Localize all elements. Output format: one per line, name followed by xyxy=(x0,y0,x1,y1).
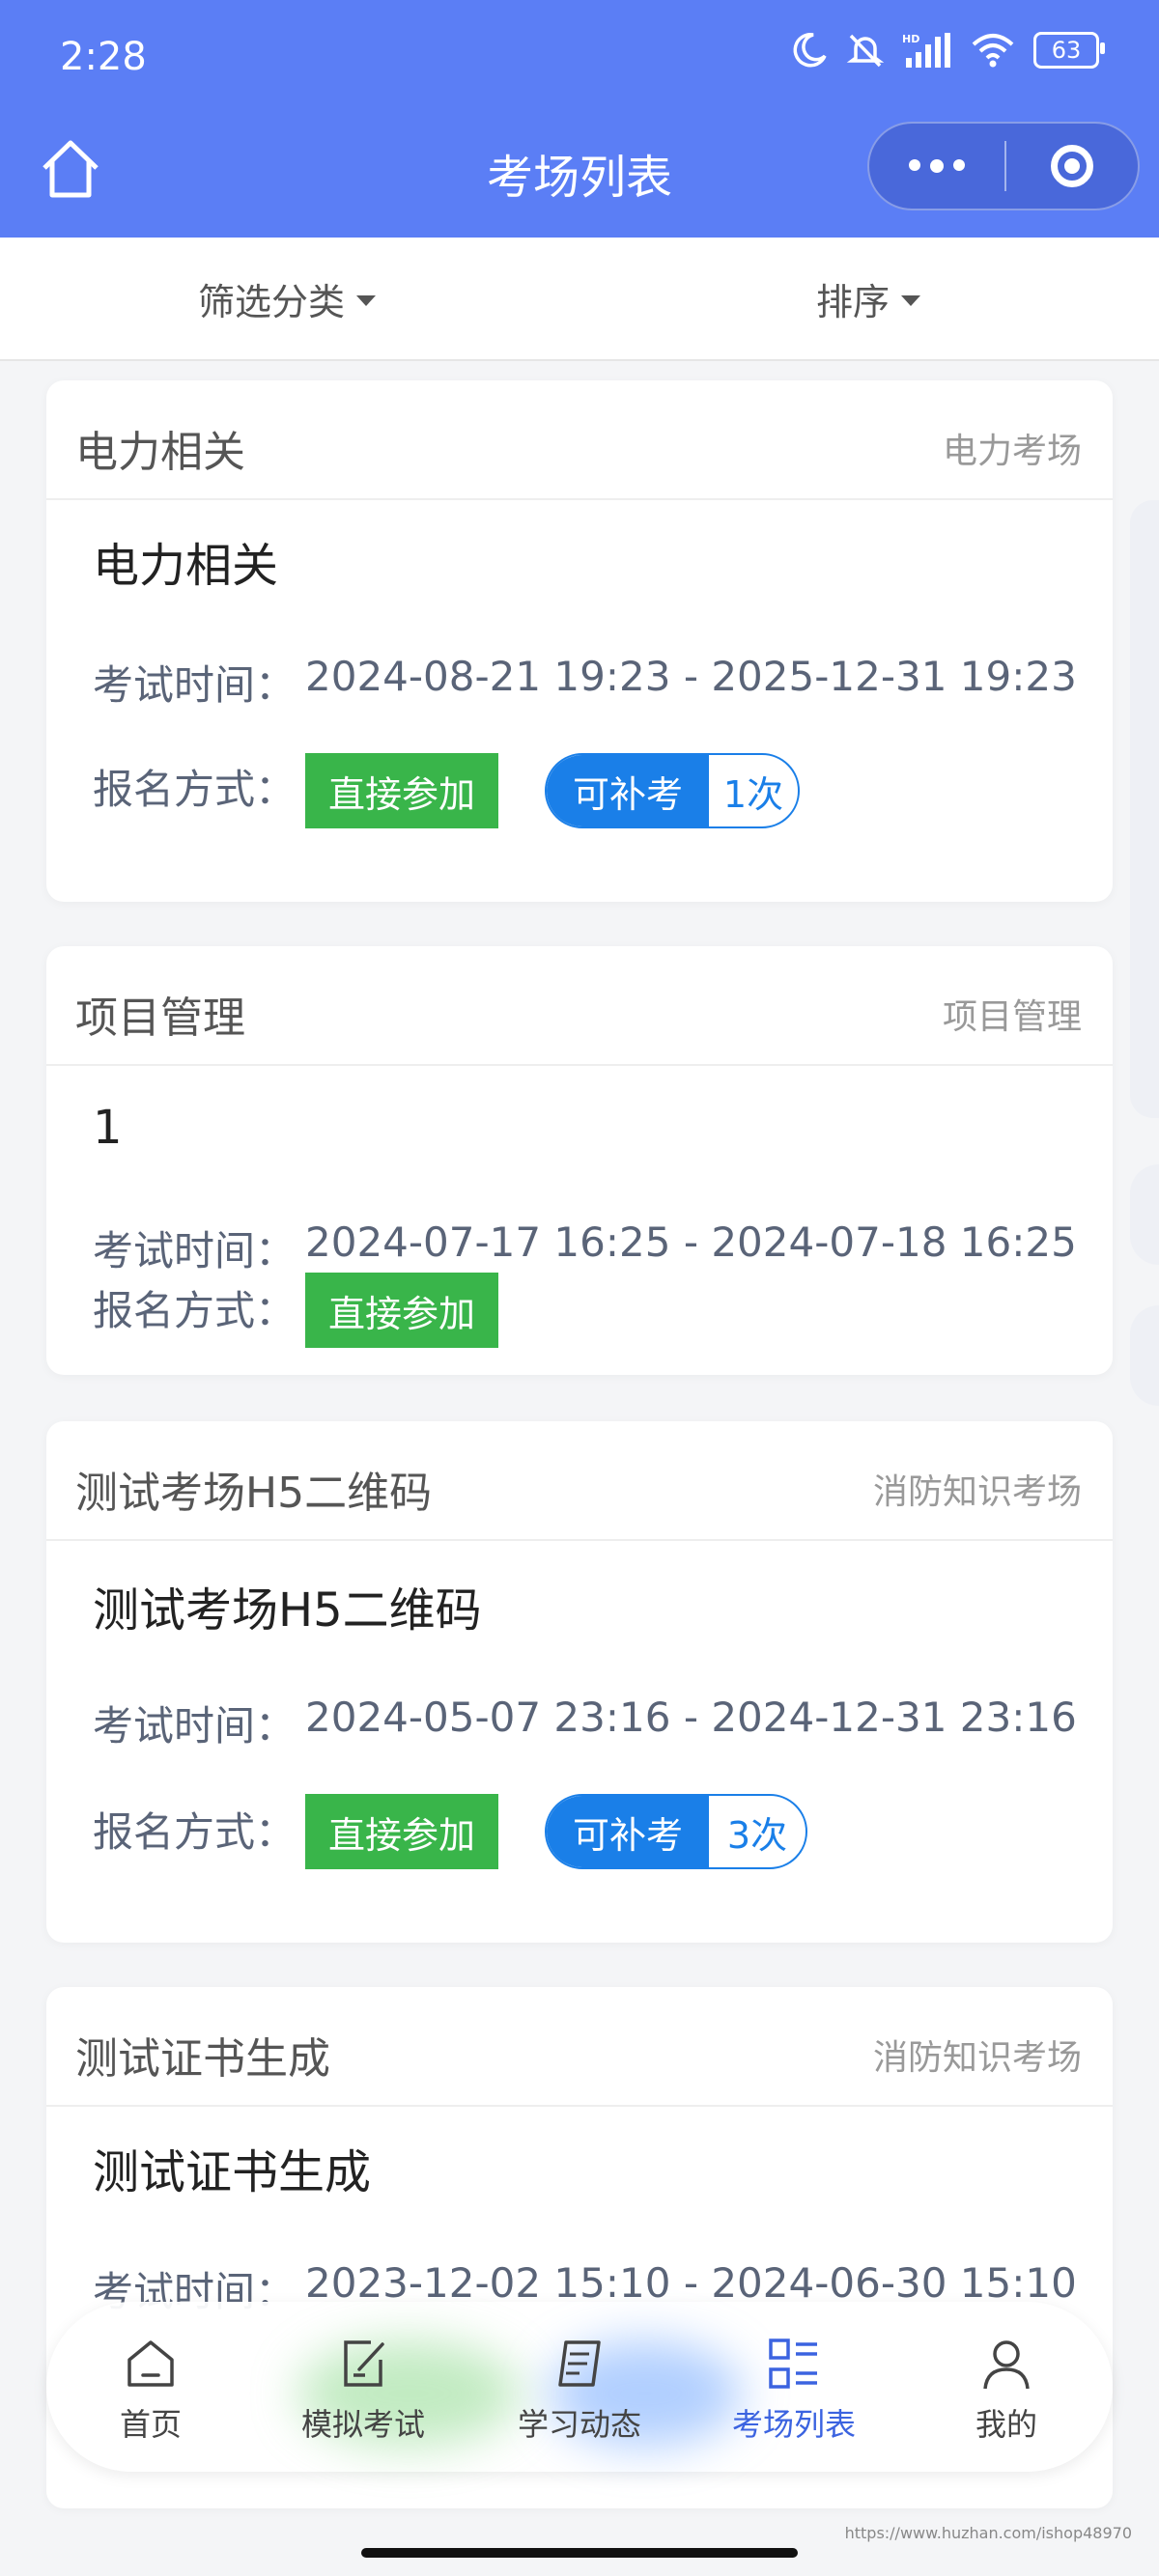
user-icon xyxy=(983,2340,1030,2390)
exam-time-value: 2024-05-07 23:16 - 2024-12-31 23:16 xyxy=(305,1694,1077,1741)
card-category: 消防知识考场 xyxy=(872,1472,1082,1512)
tab-label: 考场列表 xyxy=(731,2406,856,2443)
edit-icon xyxy=(344,2340,384,2387)
home-icon xyxy=(127,2340,174,2387)
tab-study-news[interactable]: 学习动态 xyxy=(493,2335,666,2445)
status-time: 2:28 xyxy=(60,35,147,79)
battery-indicator: 63 xyxy=(1033,32,1105,69)
exam-room-card[interactable]: 电力相关 电力考场 电力相关 考试时间： 2024-08-21 19:23 - … xyxy=(46,380,1113,902)
tab-label: 模拟考试 xyxy=(300,2406,425,2443)
cellular-signal-icon: HD xyxy=(902,33,950,68)
retake-badge: 可补考 1次 xyxy=(545,753,800,828)
category-filter-label: 筛选分类 xyxy=(198,281,346,323)
card-title: 电力相关 xyxy=(93,539,279,593)
caret-down-icon xyxy=(356,295,377,306)
list-icon xyxy=(769,2338,817,2389)
card-header: 项目管理 项目管理 xyxy=(46,946,1113,1066)
signup-tag: 直接参加 xyxy=(305,1794,498,1869)
card-header: 测试证书生成 消防知识考场 xyxy=(46,1987,1113,2107)
notes-icon xyxy=(558,2340,601,2387)
tab-mock-exam[interactable]: 模拟考试 xyxy=(276,2335,450,2445)
card-category: 项目管理 xyxy=(942,997,1082,1037)
watermark: https://www.huzhan.com/ishop48970 xyxy=(844,2524,1132,2542)
floating-side-panel xyxy=(1130,500,1159,1118)
bell-muted-icon xyxy=(846,34,885,68)
tab-home[interactable]: 首页 xyxy=(64,2335,238,2445)
retake-count: 1次 xyxy=(722,772,784,816)
card-header: 电力相关 电力考场 xyxy=(46,380,1113,500)
card-header: 测试考场H5二维码 消防知识考场 xyxy=(46,1421,1113,1541)
tab-label: 学习动态 xyxy=(517,2406,641,2443)
signup-label: 报名方式： xyxy=(93,766,297,813)
svg-text:HD: HD xyxy=(902,33,919,45)
card-category: 消防知识考场 xyxy=(872,2038,1082,2078)
home-indicator xyxy=(361,2548,798,2558)
floating-side-button[interactable] xyxy=(1130,1164,1159,1265)
nav-bar: 考场列表 xyxy=(0,116,1159,238)
wifi-icon xyxy=(972,34,1014,68)
exam-room-card[interactable]: 项目管理 项目管理 1 考试时间： 2024-07-17 16:25 - 202… xyxy=(46,946,1113,1375)
retake-label: 可补考 xyxy=(547,1796,709,1867)
mini-program-capsule xyxy=(867,122,1140,210)
tab-label: 首页 xyxy=(119,2406,182,2443)
signup-label: 报名方式： xyxy=(93,1287,297,1334)
floating-side-button[interactable] xyxy=(1130,1305,1159,1406)
tab-label: 我的 xyxy=(975,2406,1037,2443)
tab-mine[interactable]: 我的 xyxy=(919,2335,1093,2445)
card-name: 项目管理 xyxy=(75,994,245,1043)
retake-count: 3次 xyxy=(726,1813,788,1857)
moon-icon xyxy=(793,33,827,68)
retake-label: 可补考 xyxy=(547,755,709,826)
exam-time-value: 2023-12-02 15:10 - 2024-06-30 15:10 xyxy=(305,2259,1077,2307)
tab-exam-list[interactable]: 考场列表 xyxy=(707,2335,881,2445)
status-icons: HD 63 xyxy=(790,31,1105,70)
exam-time-value: 2024-08-21 19:23 - 2025-12-31 19:23 xyxy=(305,653,1077,700)
sort-filter[interactable]: 排序 xyxy=(816,272,921,325)
exam-room-card[interactable]: 测试考场H5二维码 消防知识考场 测试考场H5二维码 考试时间： 2024-05… xyxy=(46,1421,1113,1943)
card-title: 测试证书生成 xyxy=(93,2145,372,2199)
signup-tag: 直接参加 xyxy=(305,753,498,828)
status-bar: 2:28 HD 63 xyxy=(0,0,1159,116)
bottom-tab-bar: 首页 模拟考试 学习动态 考场列表 我的 xyxy=(46,2302,1113,2472)
exam-time-value: 2024-07-17 16:25 - 2024-07-18 16:25 xyxy=(305,1218,1077,1266)
card-category: 电力考场 xyxy=(942,432,1082,471)
card-title: 测试考场H5二维码 xyxy=(93,1583,482,1638)
card-name: 电力相关 xyxy=(75,428,245,477)
card-name: 测试考场H5二维码 xyxy=(75,1469,433,1518)
exam-time-label: 考试时间： xyxy=(93,661,297,709)
retake-badge: 可补考 3次 xyxy=(545,1794,807,1869)
signup-label: 报名方式： xyxy=(93,1808,297,1856)
signup-tag: 直接参加 xyxy=(305,1273,498,1348)
filter-bar: 筛选分类 排序 xyxy=(0,238,1159,361)
more-icon[interactable] xyxy=(869,159,1004,173)
target-icon xyxy=(1051,145,1093,187)
exam-time-label: 考试时间： xyxy=(93,1702,297,1750)
card-name: 测试证书生成 xyxy=(75,2034,330,2084)
close-miniapp-button[interactable] xyxy=(1006,145,1138,187)
caret-down-icon xyxy=(901,295,921,306)
sort-filter-label: 排序 xyxy=(816,281,890,323)
exam-time-label: 考试时间： xyxy=(93,1227,297,1274)
category-filter[interactable]: 筛选分类 xyxy=(198,272,377,325)
card-title: 1 xyxy=(93,1101,123,1155)
